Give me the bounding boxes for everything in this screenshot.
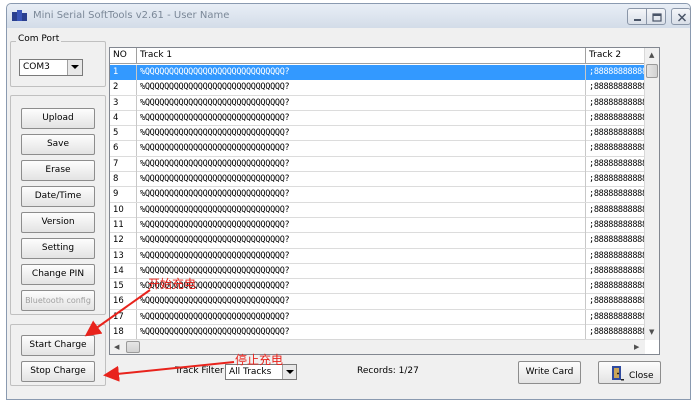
start-charge-arrow — [84, 289, 151, 337]
stop-charge-arrow — [103, 361, 235, 382]
annotation-arrows — [84, 289, 235, 382]
